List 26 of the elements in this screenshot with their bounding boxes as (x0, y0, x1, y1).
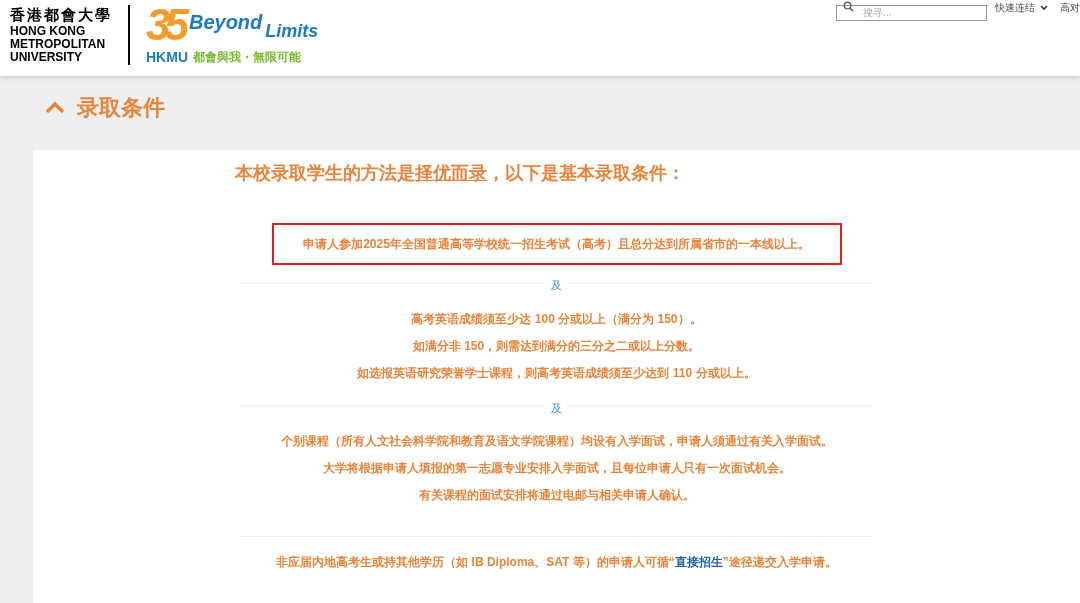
direct-admission-link[interactable]: 直接招生 (674, 555, 723, 569)
requirement-line: 有关课程的面试安排将通过电邮与相关申请人确认。 (418, 487, 695, 504)
requirement-line: 如满分非 150，则需达到满分的三分之二或以上分数。 (412, 337, 701, 355)
nav-link[interactable]: 高对 (1060, 0, 1080, 15)
slogan-limits: Limits (265, 19, 319, 43)
caret-icon (1040, 4, 1048, 11)
chevron-up-icon (45, 100, 65, 114)
intro-sentence: 本校录取学生的方法是择优而录，以下是基本录取条件： (235, 162, 685, 185)
slogan-beyond: Beyond (188, 9, 263, 35)
university-english-name: HONG KONG (10, 24, 87, 38)
highlighted-requirement: 申请人参加2025年全国普通高等学校统一招生考试（高考）且总分达到所属省市的一本线以上。 (271, 223, 842, 265)
short-name: HKMU (146, 47, 188, 67)
connector-label: 及 (547, 277, 566, 294)
anniversary-number: 35 (146, 2, 183, 47)
footnote-sentence: 非应届内地高考生或持其他学历（如 IB Diploma、SAT 等）的申请人可循“直接招生”途径递交入学申请。 (276, 554, 837, 571)
university-english-name: UNIVERSITY (10, 50, 83, 64)
requirement-line: 如选报英语研究荣誉学士课程，则高考英语成绩须至少达到 110 分或以上。 (357, 364, 756, 382)
requirement-line: 高考英语成绩须至少达 100 分或以上（满分为 150）。 (411, 310, 702, 328)
search-icon (843, 1, 854, 12)
requirement-line: 个别课程（所有人文社会科学院和教育及语文学院课程）均设有入学面试，申请人须通过有关入学面试。 (280, 433, 833, 450)
requirement-line: 大学将根据申请人填报的第一志愿专业安排入学面试，且每位申请人只有一次面试机会。 (322, 460, 791, 477)
university-chinese-name: 香港都會大學 (10, 6, 112, 22)
university-english-name: METROPOLITAN (10, 37, 107, 51)
slogan-chinese: 都會與我・無限可能 (193, 49, 301, 66)
search-field[interactable]: 搜寻... (836, 4, 987, 21)
quick-links-menu[interactable]: 快速连结 (995, 0, 1048, 15)
